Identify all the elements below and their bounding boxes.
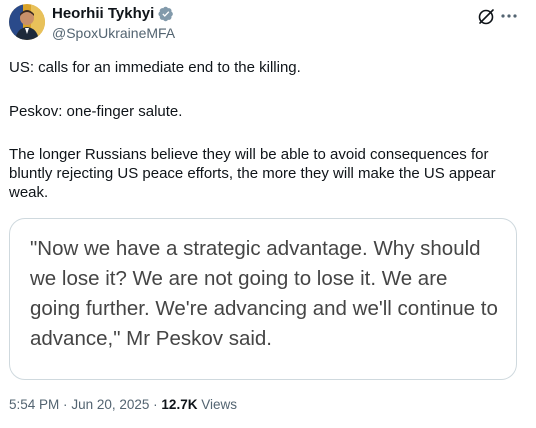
more-icon[interactable] <box>498 6 520 26</box>
tweet: Heorhii Tykhyi @SpoxUkraineMFA US: calls… <box>0 0 536 428</box>
profile-photo <box>9 4 45 40</box>
tweet-paragraph: US: calls for an immediate end to the ki… <box>9 59 301 76</box>
user-handle[interactable]: @SpoxUkraineMFA <box>52 25 175 41</box>
avatar[interactable] <box>9 4 45 40</box>
name-row: Heorhii Tykhyi <box>52 5 174 22</box>
quote-image-card[interactable]: "Now we have a strategic advantage. Why … <box>9 218 517 380</box>
post-date[interactable]: Jun 20, 2025 <box>71 397 149 412</box>
display-name[interactable]: Heorhii Tykhyi <box>52 5 154 22</box>
meta-separator: · <box>153 397 158 412</box>
post-time[interactable]: 5:54 PM <box>9 397 59 412</box>
views-label: Views <box>201 397 237 412</box>
verified-badge-icon <box>158 6 174 22</box>
views-count[interactable]: 12.7K <box>161 397 197 412</box>
meta-separator: · <box>63 397 68 412</box>
tweet-paragraph: The longer Russians believe they will be… <box>9 146 496 201</box>
tweet-meta: 5:54 PM · Jun 20, 2025 · 12.7K Views <box>9 397 237 412</box>
tweet-paragraph: Peskov: one-finger salute. <box>9 103 183 120</box>
grok-icon[interactable] <box>477 8 495 26</box>
quote-text: "Now we have a strategic advantage. Why … <box>30 237 498 350</box>
